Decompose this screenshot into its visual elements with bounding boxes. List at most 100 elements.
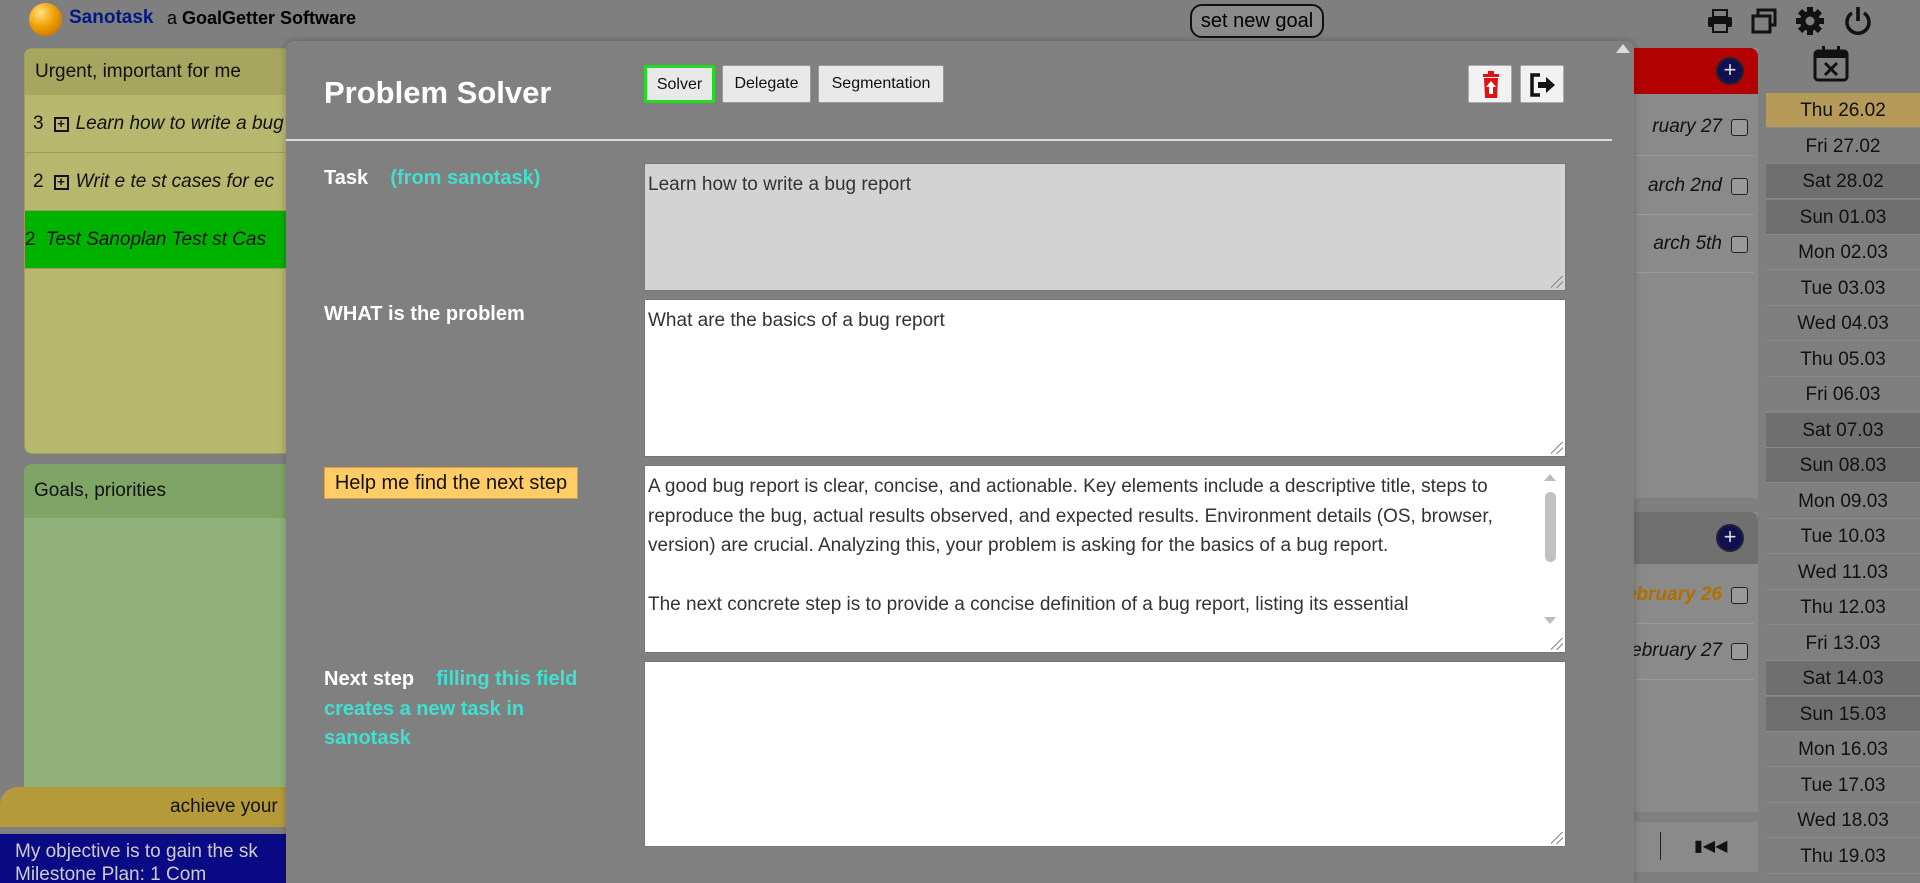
achieve-banner: achieve your xyxy=(0,787,300,827)
next-step-label-text: Next step xyxy=(324,668,415,690)
calendar-day[interactable]: Tue 10.03 xyxy=(1766,519,1920,554)
top-bar: Sanotask a GoalGetter Software set new g… xyxy=(0,0,1920,40)
calendar-day[interactable]: Sun 01.03 xyxy=(1766,199,1920,235)
expand-icon[interactable]: + xyxy=(53,117,69,132)
calendar-x-icon[interactable] xyxy=(1812,45,1850,83)
list-item[interactable]: ruary 27 xyxy=(1620,98,1754,156)
tab-delegate[interactable]: Delegate xyxy=(722,65,811,103)
calendar-day[interactable]: Tue 17.03 xyxy=(1766,767,1920,803)
app-subtitle-rest: GoalGetter Software xyxy=(182,8,357,28)
app-subtitle-a: a xyxy=(167,8,178,28)
task-checkbox[interactable] xyxy=(1731,178,1748,195)
list-item[interactable]: 3 + Learn how to write a bug report xyxy=(25,95,323,153)
next-step-field[interactable] xyxy=(644,661,1566,847)
calendar-day[interactable]: Sat 28.02 xyxy=(1766,164,1920,199)
expand-icon[interactable]: + xyxy=(53,175,69,190)
add-icon[interactable]: + xyxy=(1716,524,1744,552)
priority-number: 2 xyxy=(25,229,36,250)
resize-handle[interactable] xyxy=(1551,442,1563,454)
calendar-day[interactable]: Mon 02.03 xyxy=(1766,235,1920,270)
resize-handle[interactable] xyxy=(1551,638,1563,650)
resize-handle[interactable] xyxy=(1551,276,1563,288)
priority-number: 3 xyxy=(33,113,44,134)
list-navigation: ▮◀◀ xyxy=(1620,822,1758,872)
due-date: ruary 27 xyxy=(1652,116,1722,137)
right-list-header-2: + xyxy=(1620,512,1758,564)
calendar-day[interactable]: Mon 09.03 xyxy=(1766,483,1920,519)
due-date: ebruary 27 xyxy=(1631,640,1722,661)
printer-icon[interactable] xyxy=(1703,4,1737,38)
calendar-day[interactable]: Fri 06.03 xyxy=(1766,377,1920,412)
calendar-day[interactable]: Wed 04.03 xyxy=(1766,306,1920,341)
priority-number: 2 xyxy=(33,171,44,192)
milestone-text: Milestone Plan: 1 Com xyxy=(15,863,207,883)
first-page-icon[interactable]: ▮◀◀ xyxy=(1694,836,1727,856)
goals-panel-title: Goals, priorities xyxy=(24,464,324,518)
due-date: arch 2nd xyxy=(1648,175,1722,196)
list-item[interactable]: ebruary 27 xyxy=(1620,622,1754,680)
problem-field-value: What are the basics of a bug report xyxy=(648,310,945,331)
goals-panel: Goals, priorities xyxy=(24,464,324,794)
list-item[interactable]: arch 5th xyxy=(1620,215,1754,273)
help-find-next-step-button[interactable]: Help me find the next step xyxy=(324,467,578,499)
task-source-note: (from sanotask) xyxy=(390,167,541,189)
task-field-value: Learn how to write a bug report xyxy=(648,174,911,195)
help-response-field[interactable]: A good bug report is clear, concise, and… xyxy=(644,465,1566,653)
problem-solver-dialog: Problem Solver Solver Delegate Segmentat… xyxy=(286,41,1634,883)
task-checkbox[interactable] xyxy=(1731,236,1748,253)
right-list-header: + xyxy=(1620,48,1758,94)
calendar-day[interactable]: Thu 12.03 xyxy=(1766,590,1920,625)
task-label: Task (from sanotask) xyxy=(324,167,540,190)
calendar-day[interactable]: Wed 18.03 xyxy=(1766,803,1920,838)
calendar-day[interactable]: Fri 13.03 xyxy=(1766,625,1920,661)
task-text: Test Sanoplan Test st Cas xyxy=(45,229,266,250)
due-date: ebruary 26 xyxy=(1625,584,1722,605)
objective-text: My objective is to gain the sk xyxy=(15,841,258,862)
objective-bar: My objective is to gain the sk Milestone… xyxy=(0,834,300,883)
gear-icon[interactable] xyxy=(1793,4,1827,38)
list-item[interactable]: 2 Test Sanoplan Test st Cas xyxy=(25,211,323,269)
calendar-day[interactable]: Sat 14.03 xyxy=(1766,661,1920,696)
app-subtitle: a GoalGetter Software xyxy=(167,8,356,29)
calendar-day[interactable]: Sun 15.03 xyxy=(1766,696,1920,732)
power-icon[interactable] xyxy=(1841,4,1875,38)
exit-button[interactable] xyxy=(1520,65,1564,103)
calendar-day[interactable]: Thu 26.02 xyxy=(1766,93,1920,128)
scrollbar-thumb[interactable] xyxy=(1545,492,1556,562)
scroll-up-arrow[interactable] xyxy=(1544,474,1556,481)
add-icon[interactable]: + xyxy=(1716,57,1744,85)
delete-button[interactable] xyxy=(1468,65,1512,103)
tab-segmentation[interactable]: Segmentation xyxy=(818,65,944,103)
list-item[interactable]: arch 2nd xyxy=(1620,157,1754,215)
set-new-goal-button[interactable]: set new goal xyxy=(1190,4,1324,38)
next-step-label: Next step filling this field creates a n… xyxy=(324,665,614,754)
dialog-title: Problem Solver xyxy=(324,75,552,110)
calendar-day[interactable]: Fri 27.02 xyxy=(1766,128,1920,164)
scroll-up-icon[interactable] xyxy=(1616,44,1630,53)
calendar-day[interactable]: Sun 08.03 xyxy=(1766,448,1920,483)
task-text: Writ e te st cases for ec xyxy=(75,171,275,192)
task-checkbox[interactable] xyxy=(1731,119,1748,136)
calendar-day[interactable]: Thu 05.03 xyxy=(1766,341,1920,377)
calendar-day[interactable]: Mon 16.03 xyxy=(1766,732,1920,767)
task-checkbox[interactable] xyxy=(1731,643,1748,660)
tab-solver[interactable]: Solver xyxy=(644,65,715,103)
due-date: arch 5th xyxy=(1653,233,1722,254)
windows-icon[interactable] xyxy=(1747,4,1781,38)
problem-field[interactable]: What are the basics of a bug report xyxy=(644,299,1566,457)
scroll-down-arrow[interactable] xyxy=(1544,617,1556,624)
resize-handle[interactable] xyxy=(1551,832,1563,844)
calendar-day[interactable]: Wed 11.03 xyxy=(1766,554,1920,590)
calendar-day[interactable]: Tue 03.03 xyxy=(1766,270,1920,306)
calendar-day[interactable]: Thu 19.03 xyxy=(1766,838,1920,874)
list-item[interactable]: 2 + Writ e te st cases for ec xyxy=(25,153,323,211)
urgent-panel-title: Urgent, important for me xyxy=(25,49,323,95)
header-divider xyxy=(286,139,1612,141)
task-field[interactable]: Learn how to write a bug report xyxy=(644,163,1566,291)
list-item[interactable]: ebruary 26 xyxy=(1620,566,1754,624)
help-response-value: A good bug report is clear, concise, and… xyxy=(648,476,1493,615)
task-checkbox[interactable] xyxy=(1731,587,1748,604)
nav-separator xyxy=(1660,832,1661,860)
exit-icon xyxy=(1530,73,1555,97)
calendar-day[interactable]: Sat 07.03 xyxy=(1766,412,1920,448)
